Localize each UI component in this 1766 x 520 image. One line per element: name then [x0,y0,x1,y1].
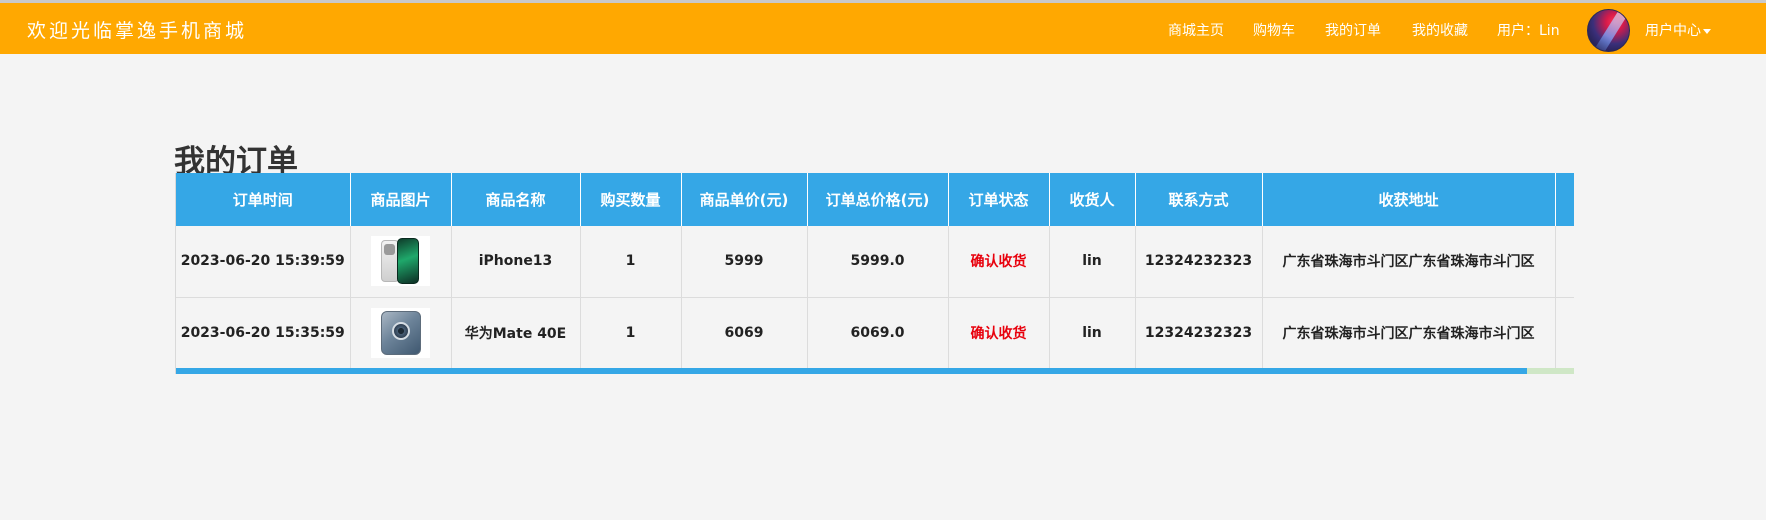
scrollbar-thumb[interactable] [176,368,1528,374]
product-image-cell [350,226,452,298]
col-order-time: 订单时间 [176,173,351,226]
total-price-cell: 6069.0 [807,297,949,369]
user-center-label: 用户中心 [1645,23,1701,39]
table-row: 2023-06-20 15:39:59 iPhone13 1 5999 5999… [176,226,1574,298]
nav-orders-link[interactable]: 我的订单 [1325,20,1381,40]
address-cell: 广东省珠海市斗门区广东省珠海市斗门区 [1262,297,1556,369]
nav-favorites-link[interactable]: 我的收藏 [1412,20,1468,40]
quantity-cell: 1 [580,226,682,298]
order-time-cell: 2023-06-20 15:35:59 [176,297,351,369]
product-image[interactable] [371,236,430,287]
caret-down-icon [1703,28,1711,34]
nav-user-link[interactable]: 用户：Lin [1497,20,1560,40]
horizontal-scrollbar[interactable] [176,368,1574,374]
action-cell [1555,297,1574,369]
product-image[interactable] [371,307,430,358]
receiver-cell: lin [1049,226,1136,298]
confirm-receipt-link[interactable]: 确认收货 [948,297,1050,369]
nav-cart-link[interactable]: 购物车 [1253,20,1295,40]
col-address: 收获地址 [1262,173,1556,226]
unit-price-cell: 5999 [681,226,808,298]
table-row: 2023-06-20 15:35:59 华为Mate 40E 1 6069 60… [176,297,1574,369]
col-quantity: 购买数量 [580,173,682,226]
table-header-row: 订单时间 商品图片 商品名称 购买数量 商品单价(元) 订单总价格(元) 订单状… [176,173,1574,226]
user-avatar[interactable] [1587,9,1630,52]
col-product-name: 商品名称 [451,173,581,226]
receiver-cell: lin [1049,297,1136,369]
col-receiver: 收货人 [1049,173,1136,226]
contact-cell: 12324232323 [1135,226,1263,298]
product-name-cell: 华为Mate 40E [451,297,581,369]
contact-cell: 12324232323 [1135,297,1263,369]
navbar: 欢迎光临掌逸手机商城 商城主页 购物车 我的订单 我的收藏 用户：Lin 用户中… [0,3,1766,54]
quantity-cell: 1 [580,297,682,369]
col-contact: 联系方式 [1135,173,1263,226]
product-name-cell: iPhone13 [451,226,581,298]
order-time-cell: 2023-06-20 15:39:59 [176,226,351,298]
user-center-dropdown[interactable]: 用户中心 [1645,20,1711,40]
col-unit-price: 商品单价(元) [681,173,808,226]
site-brand[interactable]: 欢迎光临掌逸手机商城 [27,16,247,43]
confirm-receipt-link[interactable]: 确认收货 [948,226,1050,298]
col-product-image: 商品图片 [350,173,452,226]
unit-price-cell: 6069 [681,297,808,369]
nav-home-link[interactable]: 商城主页 [1168,20,1224,40]
address-cell: 广东省珠海市斗门区广东省珠海市斗门区 [1262,226,1556,298]
col-order-status: 订单状态 [948,173,1050,226]
product-image-cell [350,297,452,369]
orders-table-container: 订单时间 商品图片 商品名称 购买数量 商品单价(元) 订单总价格(元) 订单状… [175,173,1574,374]
col-action: 操 [1555,173,1574,226]
total-price-cell: 5999.0 [807,226,949,298]
orders-table: 订单时间 商品图片 商品名称 购买数量 商品单价(元) 订单总价格(元) 订单状… [176,173,1574,369]
action-cell [1555,226,1574,298]
col-total-price: 订单总价格(元) [807,173,949,226]
